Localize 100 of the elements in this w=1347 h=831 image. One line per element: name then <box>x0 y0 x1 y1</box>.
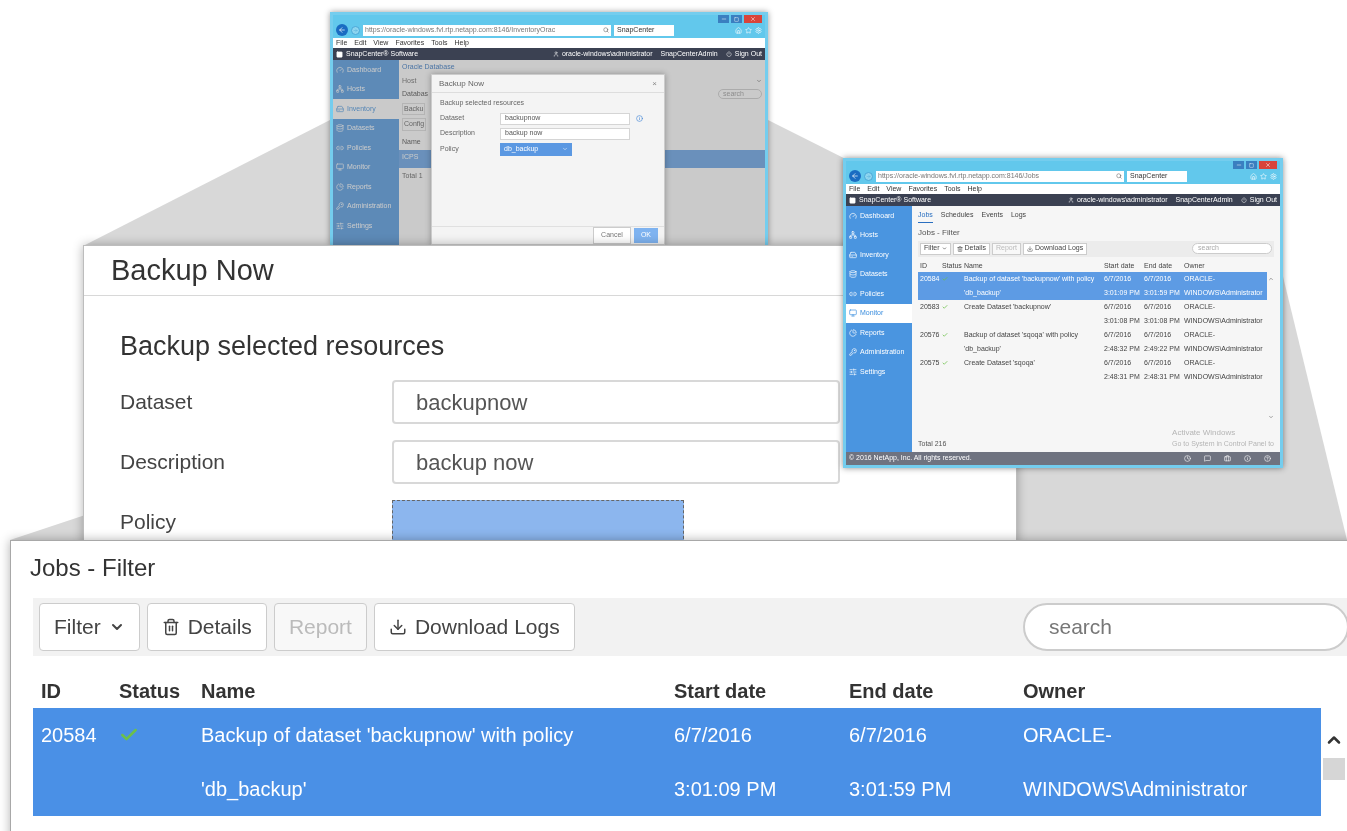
job-id: 20584 <box>41 723 98 748</box>
button-label: Filter <box>54 614 101 641</box>
forward-button[interactable] <box>864 171 873 181</box>
search-icon <box>1116 173 1122 179</box>
toolbar-button[interactable]: Details <box>146 603 267 651</box>
briefcase-icon[interactable] <box>1224 455 1231 462</box>
column-header: Status <box>119 679 182 704</box>
database-icon <box>336 124 344 133</box>
drive-icon <box>336 104 344 113</box>
logo-icon <box>849 196 856 204</box>
field-label: Dataset <box>120 389 194 416</box>
maximize-button[interactable] <box>731 15 742 23</box>
link-icon <box>849 289 857 298</box>
trash-icon <box>161 618 180 636</box>
column-header: Name <box>201 679 257 704</box>
activation-title: Activate Windows <box>1172 426 1236 439</box>
sliders-icon <box>336 221 344 230</box>
clock-icon[interactable] <box>1184 455 1191 462</box>
text-field[interactable]: backupnow <box>392 380 840 424</box>
caret-icon <box>562 146 568 152</box>
info-icon[interactable] <box>636 115 643 122</box>
back-button[interactable] <box>849 170 861 182</box>
back-arrow-icon <box>338 26 346 34</box>
maximize-button[interactable] <box>1246 161 1257 169</box>
minimize-icon <box>720 16 727 22</box>
drive-icon <box>849 250 857 259</box>
toolbar-button[interactable]: Download Logs <box>373 603 575 651</box>
scroll-down-icon[interactable] <box>1267 413 1274 420</box>
monitor-icon <box>336 163 344 172</box>
scrollbar-thumb[interactable] <box>1322 758 1345 780</box>
power-icon[interactable] <box>1240 197 1247 203</box>
column-header: ID <box>41 679 62 704</box>
dialog-subtitle: Backup selected resources <box>120 330 445 362</box>
monitor-icon <box>849 309 857 318</box>
page-title: Jobs - Filter <box>918 226 960 239</box>
forward-button[interactable] <box>351 25 360 35</box>
page-title: Jobs - Filter <box>30 553 156 583</box>
close-button[interactable] <box>744 15 762 23</box>
key-icon <box>336 202 344 211</box>
end-date: 6/7/2016 <box>849 723 927 748</box>
star-icon[interactable] <box>745 26 752 34</box>
forward-arrow-icon <box>866 173 871 179</box>
caret-icon <box>756 77 762 84</box>
sliders-icon <box>849 367 857 376</box>
key-icon <box>849 348 857 357</box>
network-icon <box>849 231 857 240</box>
field-label: Policy <box>120 509 178 536</box>
table-row[interactable]: 20584 Backup of dataset 'backupnow' with policy 'db_backup' 6/7/2016 3:01:09 PM 6/7/2016 3:01:59 PM ORACLE-WINDOWS\Administrator <box>33 708 1321 816</box>
close-icon <box>750 16 756 22</box>
close-button[interactable]: × <box>652 77 657 90</box>
trash-icon <box>956 245 963 252</box>
start-time: 3:01:09 PM <box>674 777 777 802</box>
dialog-title: Backup Now <box>439 77 484 90</box>
settings-icon[interactable] <box>755 26 762 34</box>
button-label: Download Logs <box>414 614 560 641</box>
maximize-icon <box>734 16 739 22</box>
column-header: End date <box>849 679 935 704</box>
filter-dropdown[interactable]: Filter <box>39 603 140 651</box>
column-header: Start date <box>674 679 768 704</box>
end-time: 3:01:59 PM <box>849 777 952 802</box>
start-date: 6/7/2016 <box>674 723 752 748</box>
star-icon[interactable] <box>1260 172 1267 180</box>
pie-chart-icon <box>849 328 857 337</box>
user-icon <box>1067 197 1074 203</box>
power-icon[interactable] <box>725 51 732 57</box>
logo-icon <box>336 50 343 58</box>
gauge-icon <box>336 65 344 74</box>
column-header: Owner <box>1023 679 1087 704</box>
database-icon <box>849 270 857 279</box>
field-label: Description <box>120 449 227 476</box>
back-button[interactable] <box>336 24 348 36</box>
minimize-button[interactable] <box>718 15 729 23</box>
link-icon <box>336 143 344 152</box>
minimize-icon <box>1235 162 1242 168</box>
button-label: Report <box>288 614 352 641</box>
download-icon <box>1027 245 1033 252</box>
user-icon <box>552 51 559 57</box>
text-field[interactable]: backup now <box>392 440 840 484</box>
gauge-icon <box>849 211 857 220</box>
owner: ORACLE-WINDOWS\Administrator <box>1023 723 1249 802</box>
back-arrow-icon <box>851 172 859 180</box>
job-name: Backup of dataset 'backupnow' with policy 'db_backup' <box>201 723 575 803</box>
home-icon[interactable] <box>1250 172 1257 180</box>
minimize-button[interactable] <box>1233 161 1244 169</box>
search-field[interactable]: search <box>1023 603 1347 651</box>
settings-icon[interactable] <box>1270 172 1277 180</box>
caret-icon <box>941 246 947 251</box>
message-icon[interactable] <box>1204 455 1211 462</box>
close-button[interactable] <box>1259 161 1277 169</box>
forward-arrow-icon <box>353 27 358 33</box>
close-icon <box>1265 162 1271 168</box>
pie-chart-icon <box>336 182 344 191</box>
dialog-title: Backup Now <box>111 252 274 288</box>
search-icon <box>603 27 609 33</box>
network-icon <box>336 85 344 94</box>
button-label: Details <box>187 614 252 641</box>
maximize-icon <box>1249 162 1254 168</box>
home-icon[interactable] <box>735 26 742 34</box>
download-icon <box>388 618 407 636</box>
help-icon[interactable] <box>1264 455 1271 462</box>
